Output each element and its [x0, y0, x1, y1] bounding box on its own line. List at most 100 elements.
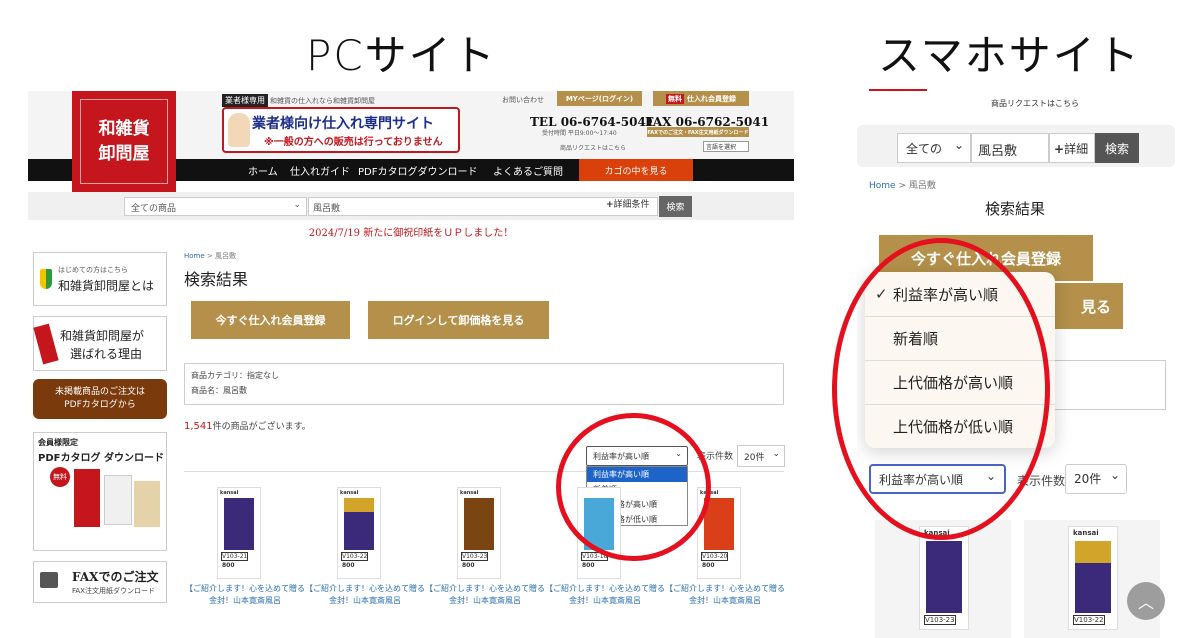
product-price: 800	[342, 562, 355, 569]
product-price: 800	[462, 562, 475, 569]
business-only-badge: 業者様専用	[222, 94, 268, 107]
product-code: V103-21	[221, 552, 249, 561]
envelope-graphic	[224, 498, 254, 550]
breadcrumb: Home > 風呂敷	[869, 178, 936, 191]
brand-logo: kansai	[460, 490, 479, 496]
language-select[interactable]: 言語を選択	[703, 141, 749, 152]
beginner-banner[interactable]: はじめての方はこちら 和雑貨卸問屋とは	[33, 252, 167, 306]
product-code: V103-22	[341, 552, 369, 561]
result-count-number: 1,541	[184, 421, 213, 432]
nav-guide[interactable]: 仕入れガイド	[290, 163, 350, 178]
product-code: V103-23	[924, 615, 956, 625]
breadcrumb: Home > 風呂敷	[184, 251, 236, 261]
logo-line-1: 和雑貨	[98, 118, 150, 139]
unlisted-products-banner[interactable]: 未掲載商品のご注文は PDFカタログから	[33, 379, 167, 419]
product-card[interactable]: kansai V103-22	[1024, 520, 1160, 638]
reason-line-1: 和雑貨卸問屋が	[60, 329, 145, 343]
cart-button[interactable]: カゴの中を見る	[579, 159, 693, 181]
register-header-label: 仕入れ会員登録	[687, 94, 736, 103]
register-now-button[interactable]: 今すぐ仕入れ会員登録	[191, 301, 350, 339]
pc-site-heading: PCサイト	[306, 31, 497, 80]
mypage-button[interactable]: MYページ(ログイン)	[557, 91, 642, 106]
search-button[interactable]: 検索	[659, 196, 692, 217]
fax-order-button[interactable]: FAXでのご注文・FAX注文用紙ダウンロード	[647, 127, 749, 137]
product-image: kansai V103-22 800	[337, 487, 381, 579]
fax-order-title: FAXでのご注文	[72, 570, 159, 584]
name-condition: 商品名：風呂敷	[191, 386, 247, 395]
detail-conditions-label: 詳細条件	[613, 200, 650, 210]
envelope-graphic	[344, 498, 374, 550]
search-button[interactable]: 検索	[1095, 133, 1139, 163]
brand-logo: kansai	[1073, 529, 1099, 537]
login-price-button[interactable]: ログインして卸価格を見る	[368, 301, 549, 339]
fax-order-subtitle: FAX注文用紙ダウンロード	[72, 587, 155, 595]
pdf-download-label: PDFカタログ ダウンロード	[38, 453, 164, 464]
free-badge-icon: 無料	[50, 467, 70, 487]
envelope-graphic	[1075, 541, 1111, 613]
breadcrumb-home[interactable]: Home	[184, 252, 205, 260]
category-select-value: 全ての商品	[131, 204, 177, 214]
product-caption[interactable]: 【ご紹介します！心を込めて贈る金封！山本寛斎風呂	[665, 583, 785, 607]
catalog-cover-image	[74, 469, 100, 527]
news-notice[interactable]: 2024/7/19 新たに御祝印紙をＵＰしました！	[28, 224, 794, 239]
fax-order-banner[interactable]: FAXでのご注文 FAX注文用紙ダウンロード	[33, 561, 167, 603]
happi-icon	[33, 323, 59, 365]
catalog-cover-image	[104, 475, 132, 525]
envelope-graphic	[704, 498, 734, 550]
category-select[interactable]: 全ての ⌄	[897, 133, 971, 163]
scroll-to-top-icon[interactable]: ︿	[1127, 582, 1165, 620]
register-header-button[interactable]: 無料 仕入れ会員登録	[653, 91, 749, 106]
fax-machine-icon	[40, 572, 58, 588]
category-select-value: 全ての	[906, 142, 943, 156]
search-conditions-box: 商品カテゴリ：指定なし 商品名：風呂敷	[184, 363, 784, 405]
beginner-mark-icon	[40, 269, 52, 289]
per-page-select[interactable]: 20件 ⌄	[737, 445, 785, 467]
category-select[interactable]: 全ての商品 ⌄	[124, 197, 307, 216]
breadcrumb-home[interactable]: Home	[869, 181, 896, 191]
site-logo[interactable]: 和雑貨 卸問屋	[72, 91, 176, 192]
beginner-title: 和雑貨卸問屋とは	[58, 279, 155, 293]
unlisted-line-1: 未掲載商品のご注文は	[54, 387, 145, 397]
breadcrumb-separator: >	[206, 252, 213, 260]
product-caption[interactable]: 【ご紹介します！心を込めて贈る金封！山本寛斎風呂	[425, 583, 545, 607]
banner-title: 業者様向け仕入れ専門サイト	[252, 116, 434, 132]
product-caption[interactable]: 【ご紹介します！心を込めて贈る金封！山本寛斎風呂	[185, 583, 305, 607]
search-bar: 全ての商品 ⌄ 風呂敷 +詳細条件 検索	[28, 192, 794, 220]
product-image: kansai V103-22	[1068, 526, 1118, 630]
detail-button[interactable]: +詳細	[1049, 133, 1095, 163]
nav-home[interactable]: ホーム	[248, 163, 278, 178]
envelope-graphic	[926, 541, 962, 613]
wholesale-banner[interactable]: 業者様向け仕入れ専門サイト ※一般の方への販売は行っておりません	[222, 107, 460, 153]
result-count-suffix: 件の商品がございます。	[212, 422, 311, 432]
plus-icon: +	[606, 200, 614, 210]
pdf-catalog-banner[interactable]: 会員様限定 PDFカタログ ダウンロード 無料	[33, 432, 167, 551]
reason-banner[interactable]: 和雑貨卸問屋が 選ばれる理由	[33, 316, 167, 371]
beginner-small-text: はじめての方はこちら	[58, 266, 128, 274]
chevron-down-icon: ⌄	[953, 138, 964, 152]
request-link[interactable]: 商品リクエストはこちら	[560, 143, 626, 152]
per-page-select[interactable]: 20件 ⌄	[1065, 464, 1127, 494]
per-page-value: 20件	[1074, 472, 1102, 486]
chevron-down-icon: ⌄	[1109, 468, 1120, 482]
search-input[interactable]: 風呂敷	[971, 133, 1049, 163]
nav-faq[interactable]: よくあるご質問	[493, 163, 563, 178]
brand-logo: kansai	[340, 490, 359, 496]
free-badge: 無料	[666, 93, 684, 104]
nav-pdf-catalog[interactable]: PDFカタログダウンロード	[358, 163, 477, 178]
product-caption[interactable]: 【ご紹介します！心を込めて贈る金封！山本寛斎風呂	[545, 583, 665, 607]
members-only-label: 会員様限定	[38, 438, 78, 447]
mascot-icon	[228, 113, 250, 147]
category-condition: 商品カテゴリ：指定なし	[191, 371, 279, 380]
brand-logo: kansai	[220, 490, 239, 496]
product-image: kansai V103-23	[919, 526, 969, 630]
detail-label: 詳細	[1064, 142, 1089, 156]
request-link[interactable]: 商品リクエストはこちら	[991, 98, 1079, 109]
header-accent-line	[869, 89, 927, 91]
catalog-cover-image	[134, 481, 160, 527]
inquiry-link[interactable]: お問い合わせ	[502, 95, 544, 105]
product-caption[interactable]: 【ご紹介します！心を込めて贈る金封！山本寛斎風呂	[305, 583, 425, 607]
banner-subtitle: ※一般の方への販売は行っておりません	[264, 137, 443, 148]
result-count: 1,541件の商品がございます。	[184, 419, 311, 432]
pc-screenshot: 和雑貨 卸問屋 業者様専用 和雑貨の仕入れなら和雑貨卸問屋 業者様向け仕入れ専門…	[28, 91, 794, 638]
detail-conditions-link[interactable]: +詳細条件	[606, 197, 650, 210]
